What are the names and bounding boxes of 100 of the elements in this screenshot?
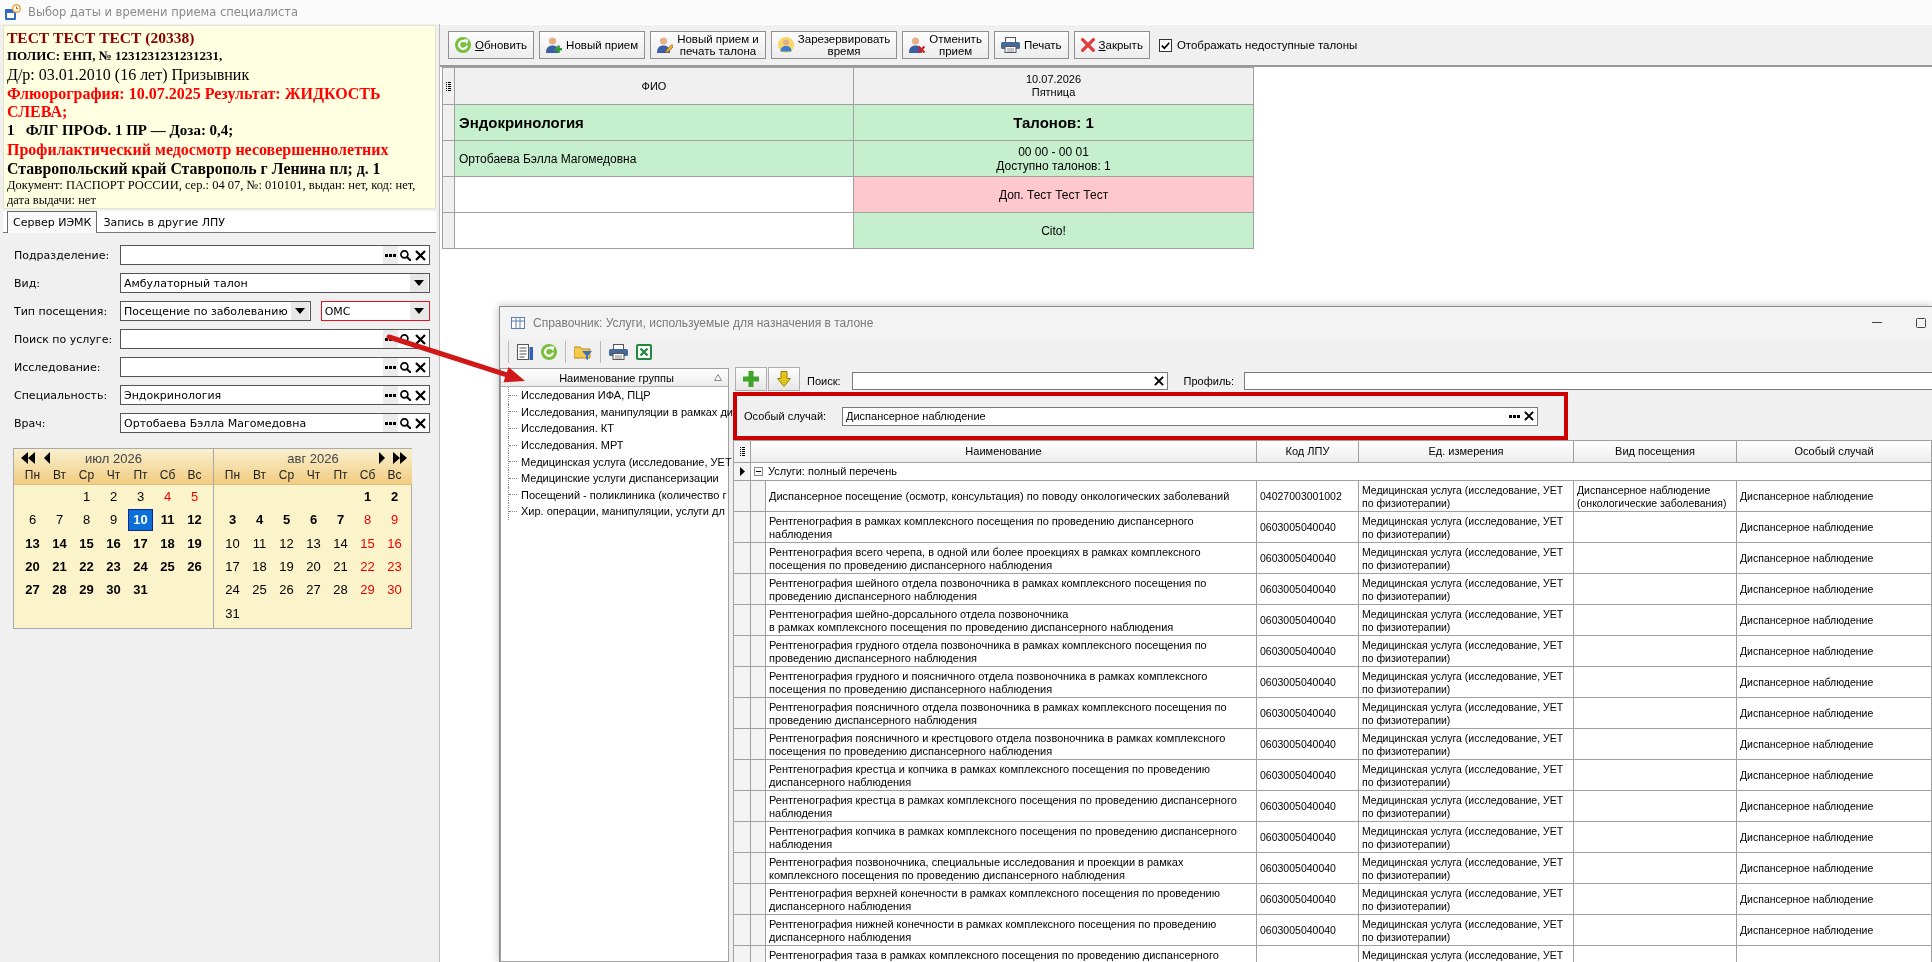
calendar-day[interactable]: 28 — [47, 578, 72, 601]
collapse-icon[interactable] — [754, 467, 763, 476]
lookup-field[interactable] — [120, 329, 430, 349]
folder-filter-icon[interactable] — [574, 344, 592, 360]
ellipsis-icon[interactable] — [1509, 414, 1520, 418]
clear-icon[interactable] — [1153, 375, 1164, 386]
calendar-day[interactable]: 11 — [247, 532, 272, 555]
calendar-day[interactable]: 7 — [47, 508, 72, 531]
calendar-day[interactable]: 6 — [301, 508, 326, 531]
search-icon[interactable] — [400, 249, 411, 261]
calendar-day[interactable]: 1 — [74, 485, 99, 508]
calendar-day[interactable]: 12 — [182, 508, 207, 531]
calendar-day[interactable]: 23 — [101, 555, 126, 578]
calendar-day[interactable]: 30 — [382, 578, 407, 601]
column-header[interactable]: ФИО — [455, 68, 854, 105]
dropdown[interactable]: Посещение по заболеванию — [120, 301, 311, 321]
calendar-day[interactable]: 8 — [74, 508, 99, 531]
calendar-day[interactable]: 6 — [20, 508, 45, 531]
ellipsis-icon[interactable] — [385, 253, 396, 257]
caret-down-icon[interactable] — [294, 308, 305, 314]
calendar-day[interactable]: 26 — [182, 555, 207, 578]
tree-item[interactable]: Медицинская услуга (исследование, УЕТ — [521, 455, 732, 468]
calendar-day[interactable]: 31 — [220, 602, 245, 625]
dropdown[interactable]: ОМС — [320, 301, 430, 321]
dropdown[interactable]: Амбулаторный талон — [120, 273, 430, 293]
calendar-day[interactable]: 24 — [220, 578, 245, 601]
down-arrow-button[interactable] — [768, 367, 800, 391]
schedule-cell[interactable] — [455, 177, 854, 213]
calendar-day[interactable]: 20 — [301, 555, 326, 578]
calendar-day[interactable]: 25 — [247, 578, 272, 601]
calendar-day[interactable]: 5 — [182, 485, 207, 508]
toolbar-button[interactable]: Отменить прием — [902, 31, 989, 59]
toolbar-button[interactable]: Новый прием — [539, 31, 646, 59]
calendar-day[interactable]: 14 — [47, 532, 72, 555]
clear-icon[interactable] — [415, 417, 426, 429]
profile-field[interactable] — [1244, 371, 1932, 390]
schedule-cell[interactable]: 00 00 - 00 01 Доступно талонов: 1 — [854, 141, 1254, 177]
lookup-field[interactable]: Диспансерное наблюдение — [842, 406, 1538, 426]
search-icon[interactable] — [400, 389, 411, 401]
calendar-day[interactable]: 29 — [355, 578, 380, 601]
tree-item[interactable]: Исследования. КТ — [521, 422, 614, 435]
calendar-day[interactable]: 5 — [274, 508, 299, 531]
calendar-day[interactable]: 23 — [382, 555, 407, 578]
column-header[interactable]: Ед. измерения — [1359, 441, 1574, 463]
calendar-day[interactable]: 25 — [155, 555, 180, 578]
checkbox[interactable] — [1158, 38, 1172, 52]
calendar-day[interactable]: 29 — [74, 578, 99, 601]
double-right-triangle-icon[interactable] — [393, 452, 407, 464]
calendar-day[interactable]: 27 — [20, 578, 45, 601]
spreadsheet-icon[interactable] — [636, 344, 652, 360]
calendar-day[interactable]: 17 — [220, 555, 245, 578]
add-button[interactable] — [735, 367, 767, 391]
calendar-day[interactable]: 20 — [20, 555, 45, 578]
column-header[interactable]: 10.07.2026 Пятница — [854, 68, 1254, 105]
sort-triangle-icon[interactable] — [714, 374, 722, 381]
caret-down-icon[interactable] — [414, 308, 424, 314]
document-list-icon[interactable] — [517, 344, 533, 360]
row-header[interactable] — [734, 463, 751, 481]
calendar-day[interactable]: 3 — [220, 508, 245, 531]
schedule-cell[interactable]: Доп. Тест Тест Тест — [854, 177, 1254, 213]
maximize-icon[interactable] — [1916, 317, 1926, 328]
calendar-day[interactable]: 16 — [101, 532, 126, 555]
toolbar-button[interactable]: Обновить — [448, 31, 535, 59]
calendar-day[interactable]: 31 — [128, 578, 153, 601]
calendar-day[interactable]: 19 — [182, 532, 207, 555]
column-header[interactable]: Код ЛПУ — [1257, 441, 1359, 463]
lookup-field[interactable] — [120, 357, 430, 377]
schedule-cell[interactable]: Cito! — [854, 213, 1254, 249]
column-header[interactable]: Наименование — [751, 441, 1257, 463]
search-icon[interactable] — [400, 361, 411, 373]
column-header[interactable]: Особый случай — [1737, 441, 1932, 463]
calendar-day[interactable]: 11 — [155, 508, 180, 531]
calendar-day[interactable]: 27 — [301, 578, 326, 601]
toolbar-button[interactable]: Зарезервировать время — [770, 31, 898, 59]
schedule-cell[interactable]: Талонов: 1 — [854, 105, 1254, 141]
column-header[interactable]: Вид посещения — [1574, 441, 1737, 463]
calendar-day[interactable]: 16 — [382, 532, 407, 555]
calendar-day[interactable]: 10 — [220, 532, 245, 555]
calendar-day[interactable]: 4 — [155, 485, 180, 508]
printer-icon[interactable] — [609, 344, 628, 360]
tree-item[interactable]: Медицинские услуги диспансеризации — [521, 472, 719, 485]
tab[interactable]: Сервер ИЭМК — [7, 211, 98, 233]
calendar-day[interactable]: 17 — [128, 532, 153, 555]
calendar-day[interactable]: 9 — [101, 508, 126, 531]
calendar-day[interactable]: 14 — [328, 532, 353, 555]
toolbar-button[interactable]: Новый прием и печать талона — [650, 31, 766, 59]
calendar-day[interactable]: 2 — [101, 485, 126, 508]
calendar-day[interactable]: 7 — [328, 508, 353, 531]
calendar-day[interactable]: 24 — [128, 555, 153, 578]
calendar-day[interactable]: 15 — [74, 532, 99, 555]
calendar-day[interactable]: 26 — [274, 578, 299, 601]
calendar-day[interactable]: 22 — [355, 555, 380, 578]
clear-icon[interactable] — [1524, 411, 1534, 421]
schedule-cell[interactable] — [455, 213, 854, 249]
lookup-field[interactable] — [120, 245, 430, 265]
left-triangle-icon[interactable] — [44, 452, 50, 464]
calendar-day[interactable]: 4 — [247, 508, 272, 531]
calendar-day[interactable]: 12 — [274, 532, 299, 555]
calendar-day[interactable]: 2 — [382, 485, 407, 508]
double-left-triangle-icon[interactable] — [21, 452, 35, 464]
